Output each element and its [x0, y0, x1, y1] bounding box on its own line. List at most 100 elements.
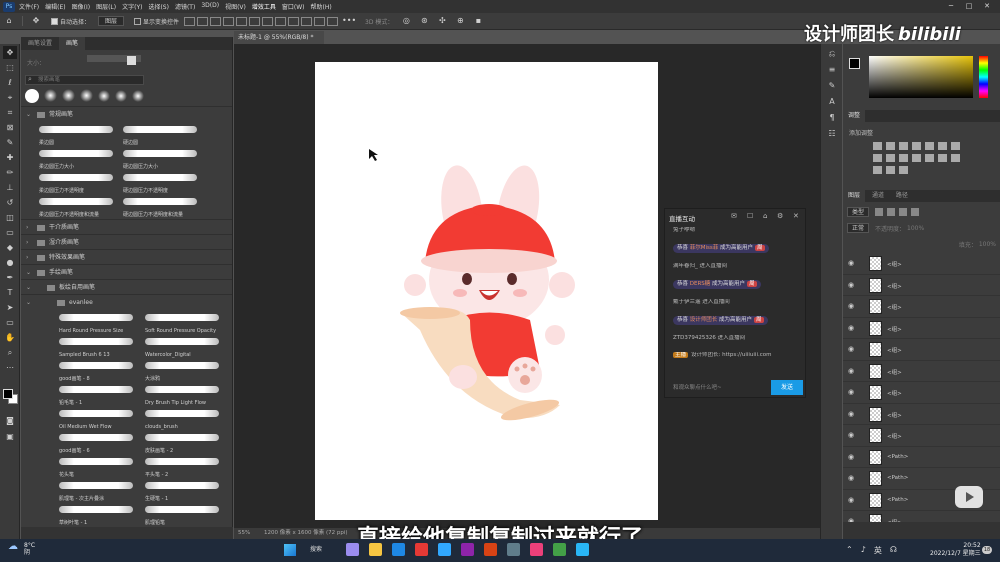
distribute-icon[interactable] [262, 16, 274, 26]
dodge-tool-icon[interactable]: ● [3, 256, 17, 269]
distribute-icon[interactable] [275, 16, 287, 26]
pen-tool-icon[interactable]: ✒ [3, 271, 17, 284]
adjustment-icon[interactable] [938, 142, 947, 150]
brush-preset[interactable]: 硬边圆压力不透明度 [119, 171, 201, 195]
3d-pan-icon[interactable]: ✣ [436, 15, 448, 27]
properties-icon[interactable]: ≡ [825, 63, 839, 76]
brush-search-input[interactable]: 搜索画笔 [25, 75, 144, 85]
align-icon[interactable] [236, 16, 248, 26]
visibility-eye-icon[interactable]: ◉ [848, 496, 854, 504]
adjustment-icon[interactable] [886, 142, 895, 150]
app-icon[interactable] [507, 543, 520, 556]
layer-row[interactable]: ◉ <组> [843, 339, 1000, 361]
type-tool-icon[interactable]: T [3, 286, 17, 299]
layer-kind-dropdown[interactable]: 类型 [847, 207, 870, 217]
adjustment-icon[interactable] [886, 166, 895, 174]
app-icon[interactable] [346, 543, 359, 556]
menu-item[interactable]: 3D(D) [201, 2, 219, 11]
foreground-color-swatch[interactable] [849, 58, 860, 69]
comment-icon[interactable]: ☐ [747, 212, 753, 220]
layer-row[interactable]: ◉ <组> [843, 318, 1000, 339]
taskbar-search[interactable]: 搜索 [302, 543, 338, 557]
brush-group[interactable]: 湿介质画笔 [21, 234, 232, 250]
brush-preset-panel-icon[interactable]: ✎ [825, 79, 839, 92]
settings-icon[interactable]: ⚙ [777, 212, 783, 220]
adjustment-icon[interactable] [912, 142, 921, 150]
marquee-tool-icon[interactable]: ⬚ [3, 61, 17, 74]
weather-widget[interactable]: 8°C 阴 [8, 542, 35, 556]
brush-preset[interactable]: Soft Round Pressure Opacity [141, 311, 223, 335]
shape-tool-icon[interactable]: ▭ [3, 316, 17, 329]
chrome-icon[interactable] [553, 543, 566, 556]
visibility-eye-icon[interactable]: ◉ [848, 388, 854, 396]
align-icon[interactable] [184, 16, 196, 26]
blur-tool-icon[interactable]: ◆ [3, 241, 17, 254]
layer-row[interactable]: ◉ <组> [843, 361, 1000, 382]
clock[interactable]: 20:52 2022/12/7 星期三 [930, 542, 981, 558]
play-icon[interactable] [955, 486, 983, 508]
layer-row[interactable]: ◉ <组> [843, 275, 1000, 296]
brush-preset-icon[interactable] [44, 89, 57, 102]
edge-icon[interactable] [392, 543, 405, 556]
app-icon[interactable] [530, 543, 543, 556]
hand-tool-icon[interactable]: ✋ [3, 331, 17, 344]
tray-icon[interactable]: ⌃ [846, 545, 853, 556]
brush-preset-icon[interactable] [80, 89, 93, 102]
network-icon[interactable]: ☊ [890, 545, 897, 556]
path-select-tool-icon[interactable]: ➤ [3, 301, 17, 314]
home-icon[interactable]: ⌂ [3, 15, 15, 27]
align-icon[interactable] [197, 16, 209, 26]
brush-settings-icon[interactable] [127, 56, 136, 65]
brush-preset[interactable]: Oil Medium Wet Flow [55, 407, 137, 431]
visibility-eye-icon[interactable]: ◉ [848, 302, 854, 310]
layer-row[interactable]: ◉ <组> [843, 382, 1000, 404]
distribute-icon[interactable] [327, 16, 339, 26]
layer-row[interactable]: ◉ <组> [843, 296, 1000, 318]
distribute-icon[interactable] [301, 16, 313, 26]
brush-preset[interactable]: Sampled Brush 6 13 [55, 335, 137, 359]
brush-tool-icon[interactable]: ✏ [3, 166, 17, 179]
menu-item[interactable]: 编辑(E) [45, 2, 65, 11]
adjustment-icon[interactable] [951, 154, 960, 162]
filter-shape-icon[interactable] [911, 208, 920, 216]
document-tab[interactable]: 未标题-1 @ 55%(RGB/8) * [234, 31, 324, 44]
show-transform-checkbox[interactable] [134, 17, 142, 25]
brush-preset[interactable]: 生硬笔 - 1 [141, 479, 223, 503]
brush-preset[interactable]: 大涂鸦 [141, 359, 223, 383]
layer-select-dropdown[interactable]: 图层 [98, 16, 125, 26]
gift-icon[interactable]: ✉ [731, 212, 737, 220]
menu-item[interactable]: 文件(F) [19, 2, 39, 11]
adjustment-icon[interactable] [873, 166, 882, 174]
brush-preset[interactable]: 平头笔 - 2 [141, 455, 223, 479]
brush-subfolder[interactable]: evanlee [21, 294, 232, 310]
adjustment-icon[interactable] [873, 154, 882, 162]
adjustment-icon[interactable] [938, 154, 947, 162]
eyedropper-tool-icon[interactable]: ✎ [3, 136, 17, 149]
history-brush-icon[interactable]: ↺ [3, 196, 17, 209]
brush-preset-icon[interactable] [25, 88, 39, 103]
visibility-eye-icon[interactable]: ◉ [848, 259, 854, 267]
brush-preset[interactable]: 柔边圆 [35, 123, 117, 147]
brush-preset[interactable]: good画笔 - 6 [55, 431, 137, 455]
adjustment-icon[interactable] [925, 154, 934, 162]
brush-preset-icon[interactable] [98, 89, 110, 102]
brush-preset[interactable]: 硬边圆 [119, 123, 201, 147]
brush-preset[interactable]: Watercolor_Digital [141, 335, 223, 359]
brush-preset-icon[interactable] [115, 89, 127, 102]
align-icon[interactable] [249, 16, 261, 26]
align-icon[interactable] [210, 16, 222, 26]
menu-item[interactable]: 选择(S) [148, 2, 169, 11]
brush-preset[interactable]: 皮肤画笔 - 2 [141, 431, 223, 455]
visibility-eye-icon[interactable]: ◉ [848, 431, 854, 439]
filter-pixel-icon[interactable] [875, 208, 884, 216]
brush-preset[interactable]: 柔边圆压力不透明度和流量 [35, 195, 117, 219]
brush-preset[interactable]: 柔边圆压力大小 [35, 147, 117, 171]
3d-slide-icon[interactable]: ⊕ [454, 15, 466, 27]
brush-preset[interactable]: good画笔 - 8 [55, 359, 137, 383]
color-field[interactable] [869, 56, 973, 98]
hue-slider[interactable] [979, 56, 988, 98]
app-icon[interactable] [415, 543, 428, 556]
layer-row[interactable]: ◉ <Path> [843, 447, 1000, 468]
filter-adjust-icon[interactable] [887, 208, 896, 216]
healing-tool-icon[interactable]: ✚ [3, 151, 17, 164]
